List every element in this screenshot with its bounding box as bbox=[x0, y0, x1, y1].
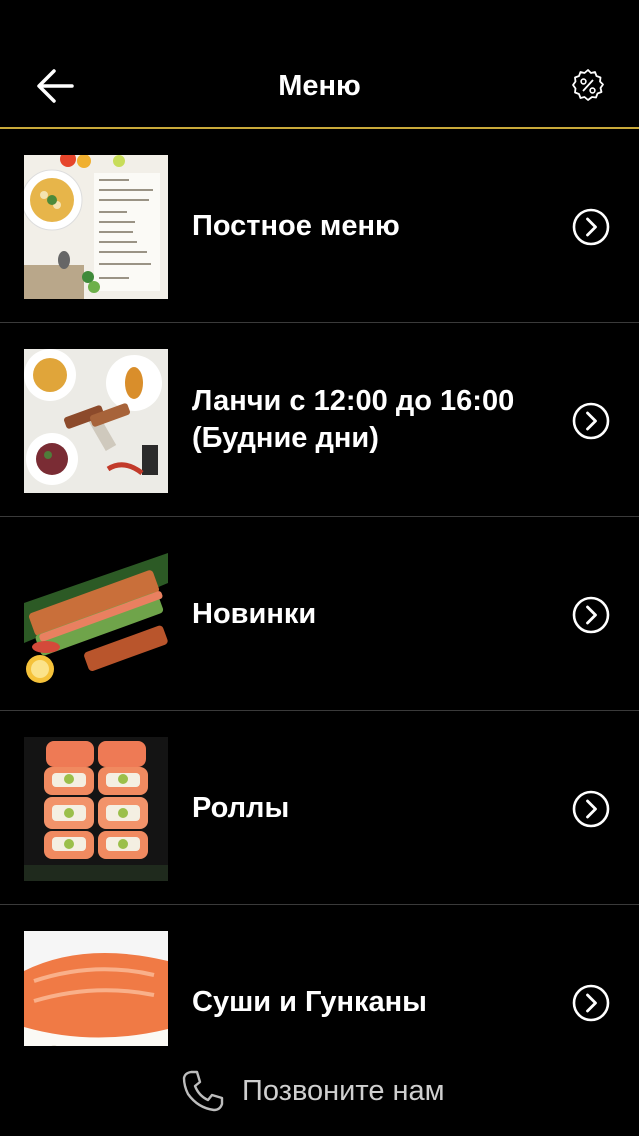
page-title: Меню bbox=[278, 70, 361, 102]
chevron-right-circle-icon bbox=[572, 402, 610, 440]
menu-item-label: Постное меню bbox=[192, 209, 400, 242]
menu-item-lunch[interactable]: Ланчи с 12:00 до 16:00 (Будние дни) bbox=[0, 323, 639, 517]
lenten-menu-photo bbox=[24, 155, 168, 299]
menu-category-list: Постное меню Ланчи с 12:00 до 16:00 (Буд… bbox=[0, 129, 639, 1099]
top-nav-bar: Меню bbox=[0, 0, 639, 129]
discount-percent-icon bbox=[572, 69, 604, 101]
chevron-right-circle-icon bbox=[572, 790, 610, 828]
menu-item-label: Новинки bbox=[192, 597, 317, 630]
promo-button[interactable] bbox=[570, 68, 606, 104]
call-us-button[interactable]: Позвоните нам bbox=[178, 1066, 445, 1116]
menu-item-label: Роллы bbox=[192, 791, 290, 824]
lunch-dishes-photo bbox=[24, 349, 168, 493]
chevron-right-circle-icon bbox=[572, 208, 610, 246]
menu-item-label: Ланчи с 12:00 до 16:00 (Будние дни) bbox=[192, 385, 515, 454]
chevron-right-circle-icon bbox=[572, 596, 610, 634]
footer-bar: Позвоните нам bbox=[0, 1046, 639, 1136]
new-sushi-platter-photo bbox=[24, 543, 168, 687]
salmon-rolls-photo bbox=[24, 737, 168, 881]
call-us-label: Позвоните нам bbox=[242, 1074, 445, 1107]
menu-item-rolls[interactable]: Роллы bbox=[0, 711, 639, 905]
menu-item-new[interactable]: Новинки bbox=[0, 517, 639, 711]
menu-item-lenten[interactable]: Постное меню bbox=[0, 129, 639, 323]
phone-icon bbox=[182, 1070, 224, 1112]
chevron-right-circle-icon bbox=[572, 984, 610, 1022]
